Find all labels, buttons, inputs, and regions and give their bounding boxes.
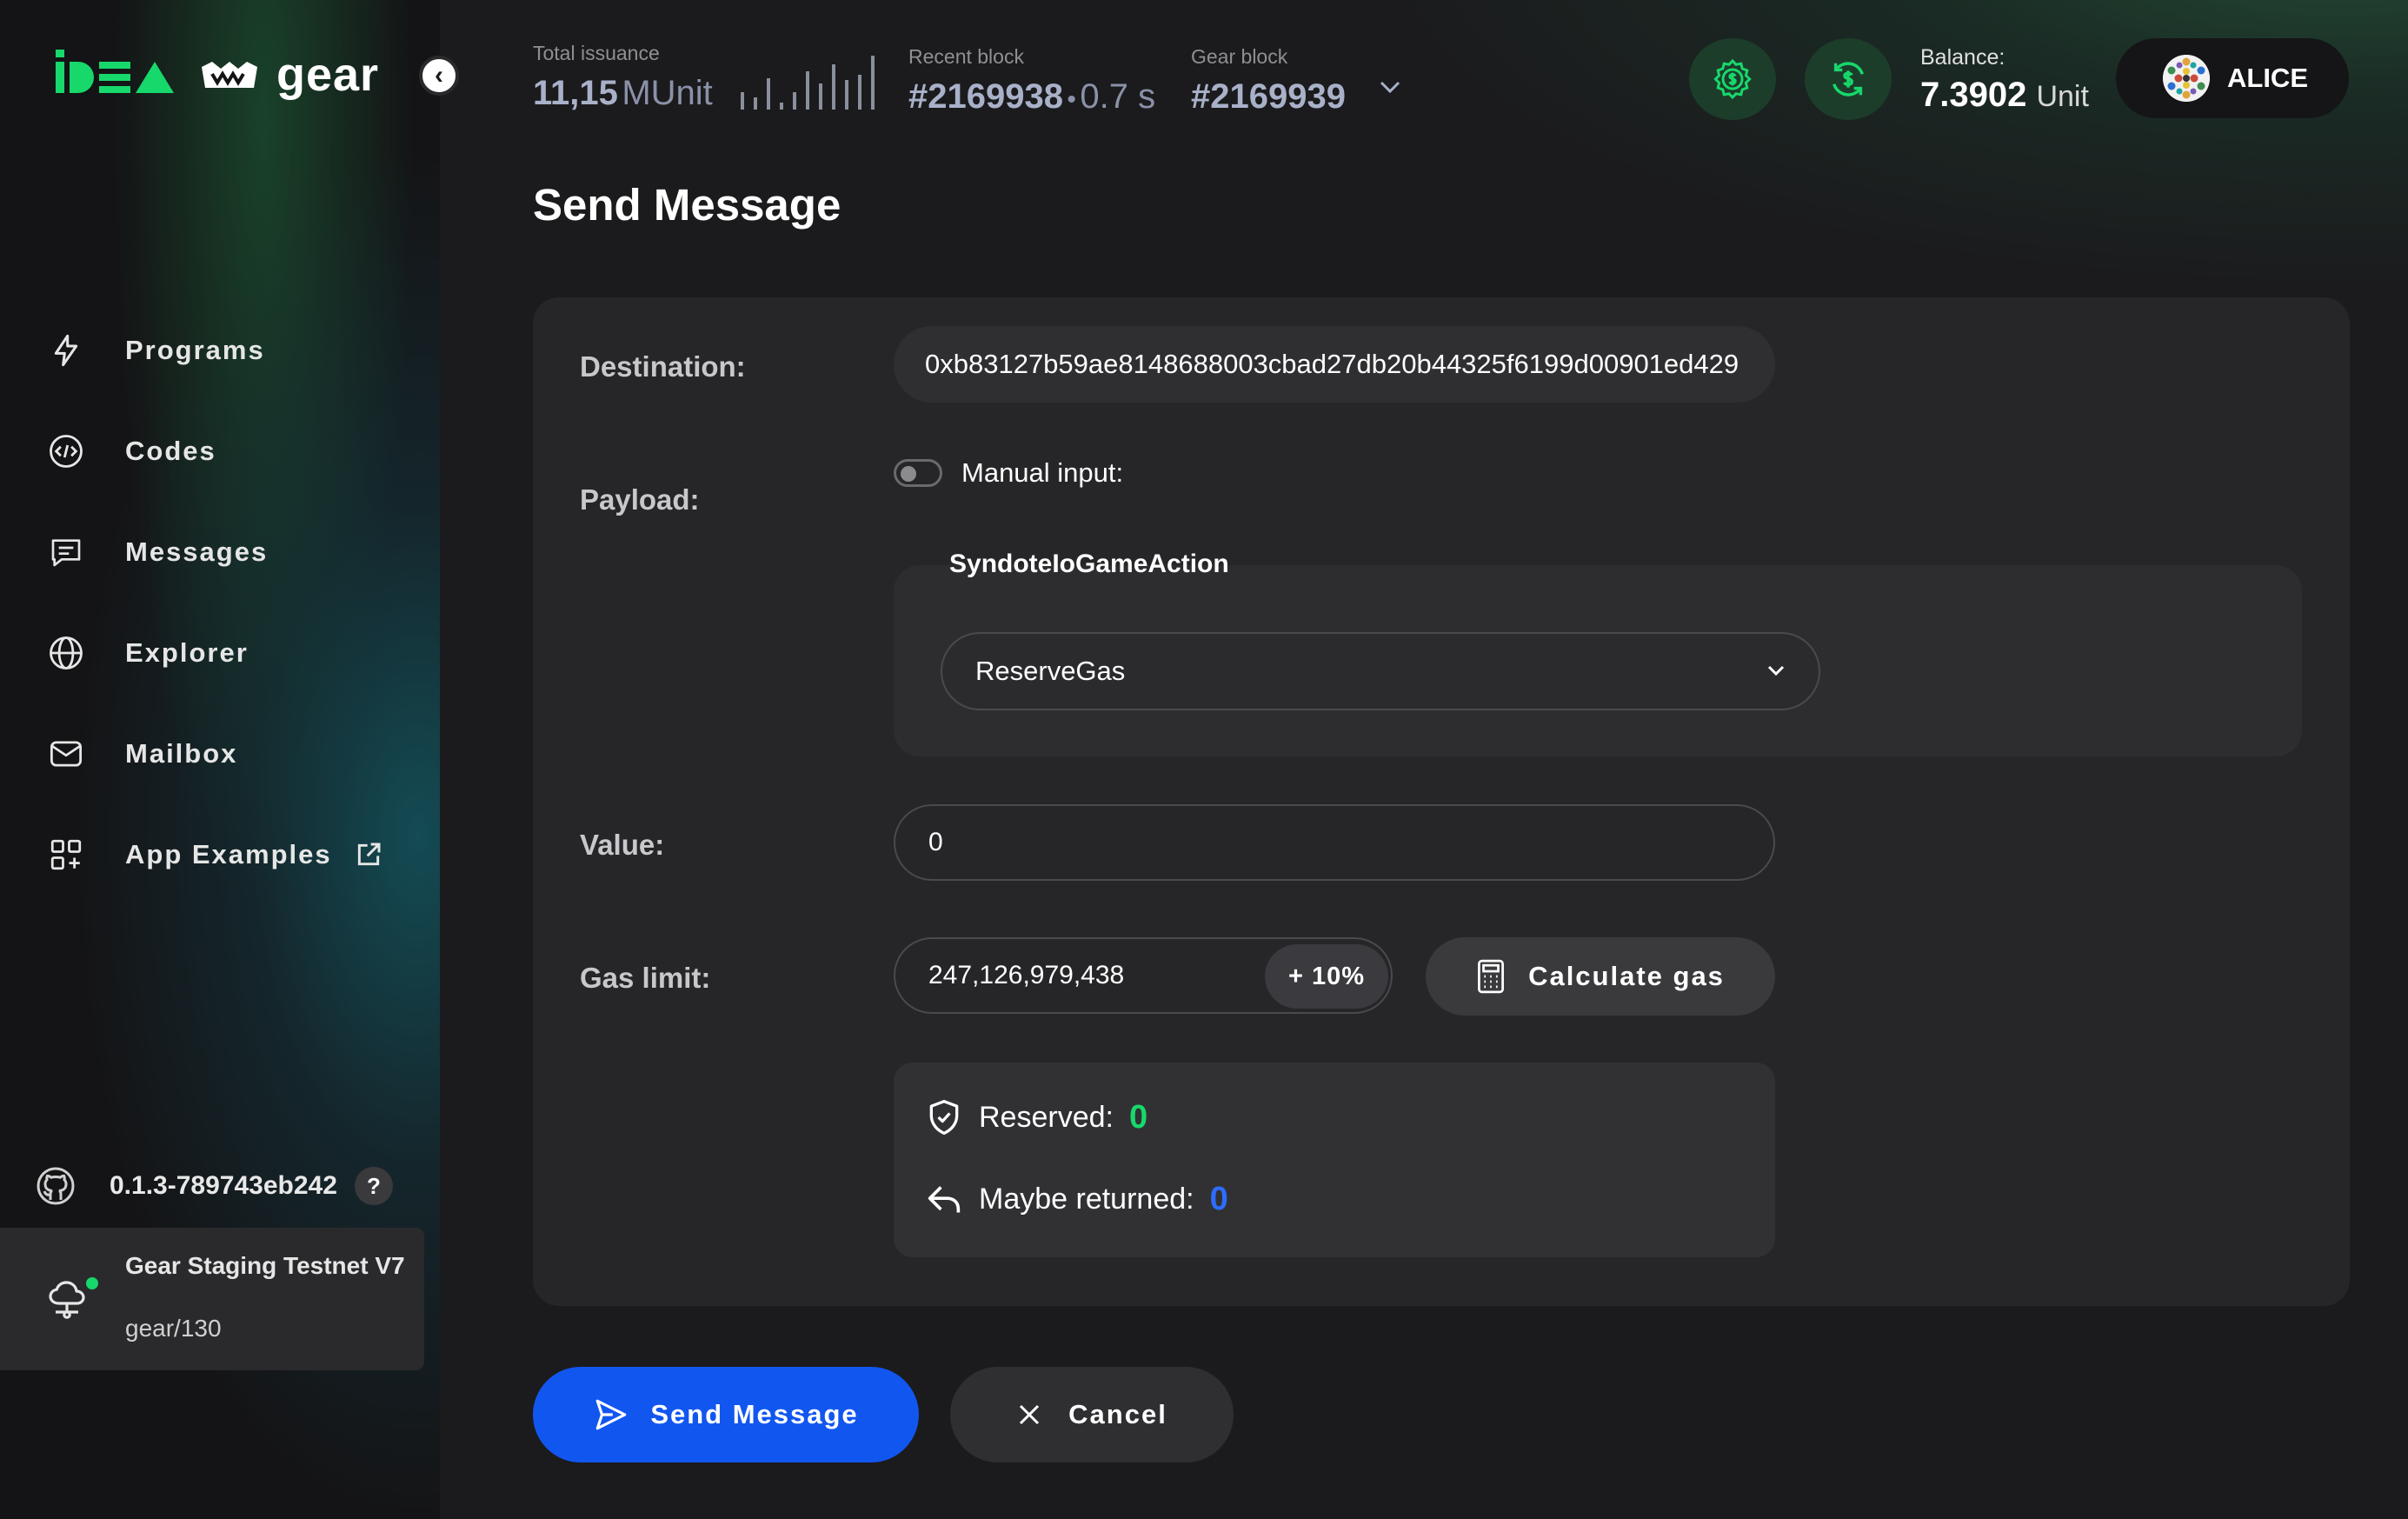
- total-issuance-value: 11,15: [533, 74, 618, 112]
- sidebar-item-label: App Examples: [125, 839, 332, 869]
- calculate-gas-button[interactable]: Calculate gas: [1426, 937, 1775, 1016]
- sidebar-item-app-examples[interactable]: App Examples: [47, 804, 382, 905]
- page-title: Send Message: [533, 180, 841, 230]
- block-time-chart: [741, 52, 888, 110]
- code-icon: [47, 432, 85, 470]
- app-logo[interactable]: gear: [56, 50, 379, 99]
- cancel-button[interactable]: Cancel: [950, 1367, 1234, 1462]
- send-icon: [595, 1399, 627, 1430]
- recent-block-label: Recent block: [908, 45, 1024, 68]
- network-switcher[interactable]: Gear Staging Testnet V7 gear/130: [0, 1228, 424, 1370]
- balance-value: 7.3902: [1920, 76, 2027, 114]
- account-button[interactable]: ALICE: [2116, 38, 2349, 118]
- shield-check-icon: [929, 1100, 959, 1135]
- gear-logo-icon: [202, 62, 257, 88]
- gas-info-panel: Reserved: 0 Maybe returned: 0: [894, 1063, 1775, 1257]
- sidebar-nav: Programs Codes Messages Explorer Mailbox: [47, 300, 382, 905]
- chevron-down-icon: [1767, 665, 1785, 676]
- apps-icon: [47, 836, 85, 874]
- version-label[interactable]: 0.1.3-789743eb242: [110, 1171, 337, 1201]
- gear-block: Gear block #2169939: [1191, 45, 1346, 117]
- calculator-icon: [1478, 959, 1505, 994]
- total-issuance-unit: MUnit: [622, 74, 713, 112]
- sidebar-item-label: Explorer: [125, 637, 249, 668]
- gas-limit-label: Gas limit:: [580, 962, 711, 994]
- total-issuance-label: Total issuance: [533, 42, 660, 64]
- gear-block-label: Gear block: [1191, 45, 1288, 68]
- gear-block-value[interactable]: #2169939: [1191, 77, 1346, 116]
- recent-block-value[interactable]: #2169938: [908, 77, 1063, 116]
- github-icon[interactable]: [35, 1165, 76, 1207]
- reply-icon: [928, 1185, 961, 1213]
- increase-gas-button[interactable]: + 10%: [1265, 944, 1388, 1009]
- sidebar-item-explorer[interactable]: Explorer: [47, 603, 382, 703]
- returned-label: Maybe returned:: [979, 1183, 1194, 1216]
- returned-row: Maybe returned: 0: [925, 1181, 1228, 1218]
- globe-icon: [47, 634, 85, 672]
- help-icon[interactable]: ?: [354, 1167, 393, 1205]
- settings-coin-icon: [1713, 58, 1752, 100]
- gear-logo-text: gear: [276, 49, 380, 101]
- sidebar: gear ‹ Programs Codes Messages Explorer: [0, 0, 459, 1519]
- reserved-value: 0: [1128, 1098, 1148, 1136]
- sidebar-item-label: Programs: [125, 335, 265, 365]
- sidebar-item-programs[interactable]: Programs: [47, 300, 382, 401]
- send-message-button[interactable]: Send Message: [533, 1367, 919, 1462]
- avatar: [2163, 55, 2210, 102]
- destination-label: Destination:: [580, 350, 746, 383]
- balance: Balance: 7.3902 Unit: [1920, 45, 2089, 115]
- close-icon: [1020, 1404, 1040, 1425]
- network-name: Gear Staging Testnet V7: [125, 1252, 405, 1279]
- idea-logo: [56, 50, 174, 93]
- sidebar-item-label: Messages: [125, 536, 269, 567]
- reserved-label: Reserved:: [979, 1100, 1114, 1134]
- calculate-gas-label: Calculate gas: [1528, 961, 1725, 991]
- payload-type-name: SyndoteIoGameAction: [949, 550, 1229, 578]
- balance-unit: Unit: [2036, 80, 2089, 113]
- version-info: 0.1.3-789743eb242 ?: [35, 1165, 393, 1207]
- mail-icon: [47, 735, 85, 773]
- recent-block: Recent block #2169938 • 0.7 s: [908, 45, 1155, 117]
- block-time: 0.7 s: [1080, 77, 1156, 116]
- sidebar-item-mailbox[interactable]: Mailbox: [47, 703, 382, 804]
- sidebar-item-label: Codes: [125, 436, 216, 466]
- network-node: gear/130: [125, 1315, 222, 1342]
- send-message-label: Send Message: [650, 1399, 859, 1429]
- sidebar-item-messages[interactable]: Messages: [47, 502, 382, 603]
- collapse-sidebar-button[interactable]: ‹: [419, 56, 459, 96]
- message-icon: [47, 533, 85, 571]
- settings-coin-button[interactable]: [1689, 38, 1776, 120]
- payload-variant-select[interactable]: ReserveGas: [941, 632, 1820, 710]
- total-issuance: Total issuance 11,15 MUnit: [533, 42, 713, 113]
- dollar-transfer-icon: [1833, 62, 1864, 97]
- payload-variant-value: ReserveGas: [975, 656, 1126, 686]
- value-label: Value:: [580, 829, 665, 861]
- reserved-row: Reserved: 0: [925, 1097, 1147, 1137]
- manual-input-label: Manual input:: [961, 457, 1124, 488]
- value-input[interactable]: 0: [894, 804, 1775, 881]
- account-name: ALICE: [2227, 63, 2308, 93]
- cancel-label: Cancel: [1068, 1399, 1167, 1429]
- transfer-balance-button[interactable]: [1805, 38, 1892, 120]
- returned-value: 0: [1209, 1181, 1228, 1217]
- sidebar-item-label: Mailbox: [125, 738, 238, 769]
- separator-dot: •: [1067, 85, 1076, 114]
- destination-field[interactable]: 0xb83127b59ae8148688003cbad27db20b44325f…: [894, 326, 1775, 403]
- external-link-icon: [357, 843, 381, 866]
- network-status-dot: [83, 1275, 101, 1292]
- sidebar-item-codes[interactable]: Codes: [47, 401, 382, 502]
- manual-input-toggle[interactable]: [894, 459, 942, 487]
- chevron-down-icon[interactable]: [1379, 78, 1401, 96]
- payload-label: Payload:: [580, 483, 700, 516]
- balance-label: Balance:: [1920, 45, 2006, 70]
- lightning-icon: [47, 331, 85, 370]
